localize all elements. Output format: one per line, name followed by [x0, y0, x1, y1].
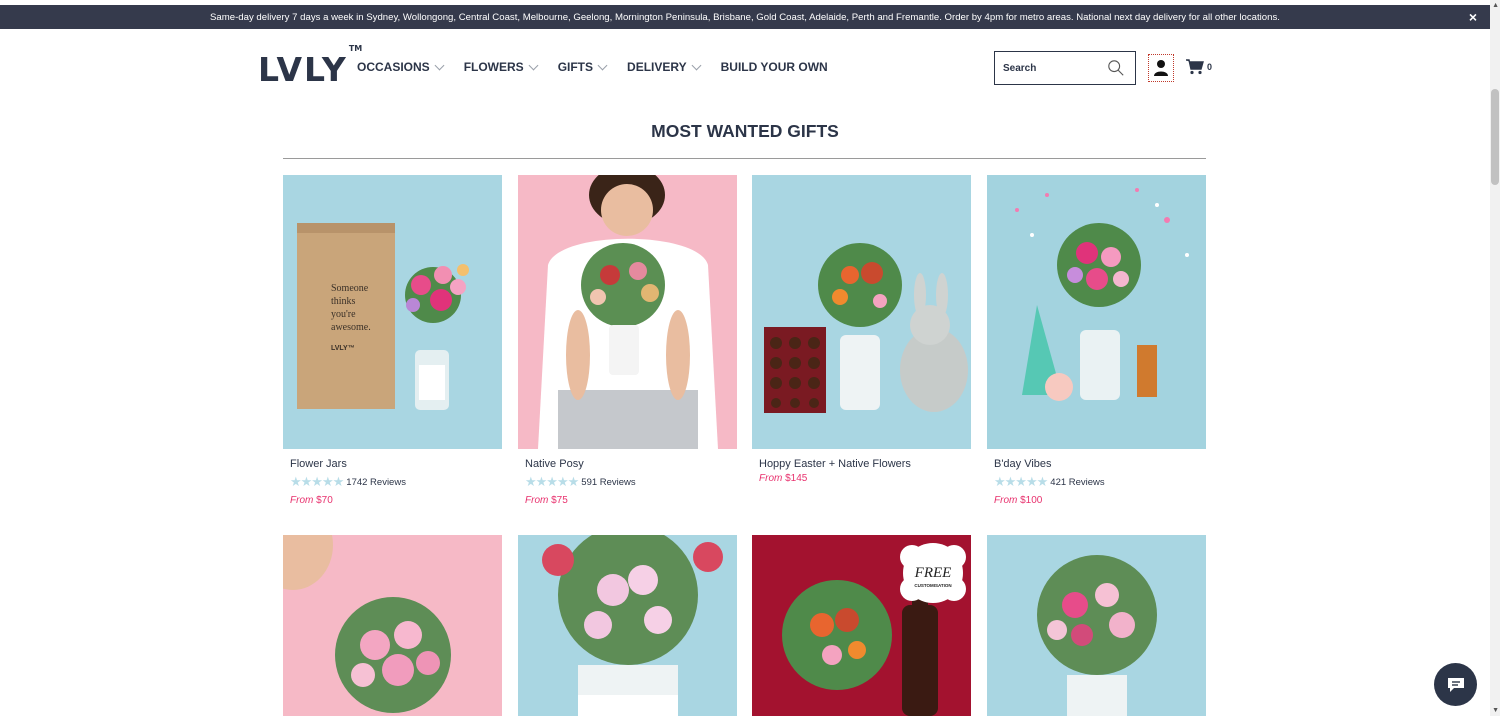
search-input[interactable]: [1003, 62, 1103, 74]
wine-flowers-photo: FREE CUSTOMISATION: [782, 543, 966, 716]
product-card[interactable]: [518, 535, 737, 716]
product-price: From $100: [994, 495, 1206, 506]
product-name[interactable]: Native Posy: [525, 458, 737, 470]
main-nav: OCCASIONS FLOWERS GIFTS DELIVERY BUILD Y…: [357, 60, 849, 74]
product-price: From $75: [525, 495, 737, 506]
scroll-up-icon[interactable]: ▲: [1492, 2, 1499, 9]
rating: ★★★★★ 1742 Reviews: [290, 474, 502, 490]
nav-label[interactable]: FLOWERS: [464, 60, 524, 74]
cart-icon: [1186, 59, 1204, 75]
svg-text:LVLY™: LVLY™: [331, 345, 355, 352]
product-image[interactable]: [283, 535, 502, 716]
box-text: Someone: [331, 283, 369, 294]
chat-button[interactable]: [1434, 663, 1477, 706]
native-posy-photo: [538, 175, 718, 449]
price-prefix: From: [759, 473, 783, 484]
star-rating-icon: ★★★★★: [290, 474, 344, 489]
scroll-down-icon[interactable]: ▼: [1492, 707, 1499, 714]
logo-tm: TM: [348, 44, 363, 53]
bday-vibes-photo: [1015, 188, 1189, 401]
chat-icon: [1447, 677, 1464, 692]
product-card[interactable]: Someone thinks you're awesome. LVLY™ Flo…: [283, 175, 502, 506]
nav-gifts[interactable]: GIFTS: [558, 60, 608, 74]
promo-bar: Same-day delivery 7 days a week in Sydne…: [0, 5, 1490, 29]
product-image[interactable]: [987, 175, 1206, 449]
review-count[interactable]: 1742 Reviews: [346, 477, 406, 488]
price-prefix: From: [994, 495, 1018, 506]
free-customisation-badge: FREE CUSTOMISATION: [900, 543, 966, 603]
price-prefix: From: [525, 495, 549, 506]
product-card[interactable]: B'day Vibes ★★★★★ 421 Reviews From $100: [987, 175, 1206, 506]
price-value: $100: [1020, 495, 1043, 506]
pink-bouquet-photo: [283, 535, 451, 713]
site-logo[interactable]: LVLYTM: [258, 44, 362, 89]
badge-text: FREE: [914, 565, 952, 581]
price-value: $145: [785, 473, 808, 484]
product-card[interactable]: FREE CUSTOMISATION: [752, 535, 971, 716]
easter-flowers-photo: [764, 243, 968, 413]
svg-text:you're: you're: [331, 309, 356, 320]
chevron-down-icon: [528, 60, 539, 70]
product-card[interactable]: [283, 535, 502, 716]
cart-button[interactable]: 0: [1186, 59, 1212, 75]
product-image[interactable]: [752, 175, 971, 449]
product-price: From $145: [759, 473, 971, 484]
product-name[interactable]: Flower Jars: [290, 458, 502, 470]
product-image[interactable]: FREE CUSTOMISATION: [752, 535, 971, 716]
nav-delivery[interactable]: DELIVERY: [627, 60, 702, 74]
promo-text: Same-day delivery 7 days a week in Sydne…: [210, 11, 1280, 23]
chevron-down-icon: [691, 60, 702, 70]
user-icon: [1154, 60, 1168, 76]
mixed-flowers-photo: [1037, 555, 1157, 716]
nav-label[interactable]: BUILD YOUR OWN: [721, 60, 828, 74]
svg-text:thinks: thinks: [331, 296, 356, 307]
close-icon[interactable]: ×: [1466, 10, 1480, 24]
product-image[interactable]: Someone thinks you're awesome. LVLY™: [283, 175, 502, 449]
chevron-down-icon: [597, 60, 608, 70]
review-count[interactable]: 591 Reviews: [581, 477, 635, 488]
price-prefix: From: [290, 495, 314, 506]
rating: ★★★★★ 421 Reviews: [994, 474, 1206, 490]
star-rating-icon: ★★★★★: [525, 474, 579, 489]
review-count[interactable]: 421 Reviews: [1050, 477, 1104, 488]
scrollbar[interactable]: ▲ ▼: [1490, 0, 1500, 716]
badge-subtext: CUSTOMISATION: [914, 583, 951, 588]
svg-text:awesome.: awesome.: [331, 322, 371, 333]
nav-occasions[interactable]: OCCASIONS: [357, 60, 445, 74]
flower-jar-photo: Someone thinks you're awesome. LVLY™: [297, 223, 469, 410]
price-value: $75: [551, 495, 568, 506]
logo-text[interactable]: LVLY: [258, 50, 348, 89]
price-value: $70: [316, 495, 333, 506]
daisy-jar-photo: [542, 535, 723, 716]
search-icon[interactable]: [1107, 59, 1125, 77]
nav-build-your-own[interactable]: BUILD YOUR OWN: [721, 60, 828, 74]
product-image[interactable]: [518, 175, 737, 449]
nav-label[interactable]: GIFTS: [558, 60, 593, 74]
nav-label[interactable]: DELIVERY: [627, 60, 687, 74]
section-title: MOST WANTED GIFTS: [651, 121, 839, 141]
nav-label[interactable]: OCCASIONS: [357, 60, 430, 74]
search-box: [994, 51, 1136, 85]
product-card[interactable]: Native Posy ★★★★★ 591 Reviews From $75: [518, 175, 737, 506]
chevron-down-icon: [434, 60, 445, 70]
rating: ★★★★★ 591 Reviews: [525, 474, 737, 490]
product-name[interactable]: Hoppy Easter + Native Flowers: [759, 458, 971, 470]
product-card[interactable]: [987, 535, 1206, 716]
star-rating-icon: ★★★★★: [994, 474, 1048, 489]
nav-flowers[interactable]: FLOWERS: [464, 60, 539, 74]
product-price: From $70: [290, 495, 502, 506]
account-button[interactable]: [1148, 54, 1174, 82]
product-name[interactable]: B'day Vibes: [994, 458, 1206, 470]
scrollbar-thumb[interactable]: [1491, 89, 1499, 185]
product-image[interactable]: [518, 535, 737, 716]
product-image[interactable]: [987, 535, 1206, 716]
section-divider: [283, 158, 1206, 159]
cart-count: 0: [1207, 62, 1213, 72]
product-card[interactable]: Hoppy Easter + Native Flowers From $145: [752, 175, 971, 484]
